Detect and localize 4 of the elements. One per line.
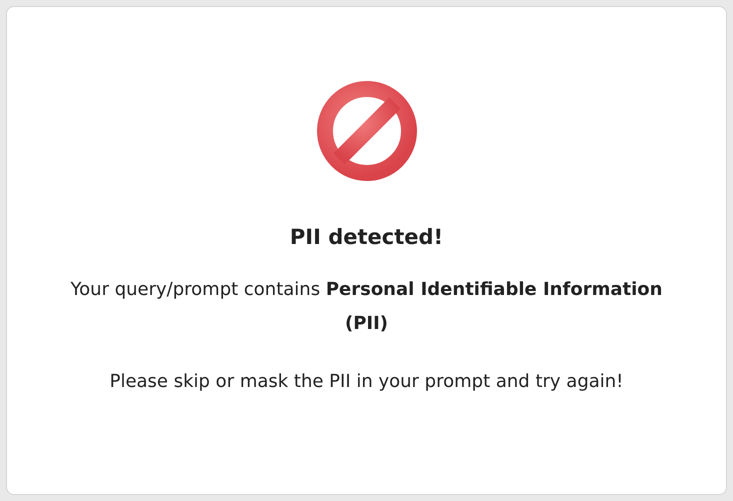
instruction-text: Please skip or mask the PII in your prompt and try again! [110,371,624,392]
message-text: Your query/prompt contains Personal Identifiable Information (PII) [70,278,664,336]
prohibited-icon [314,79,418,183]
dialog-title: PII detected! [290,225,444,249]
